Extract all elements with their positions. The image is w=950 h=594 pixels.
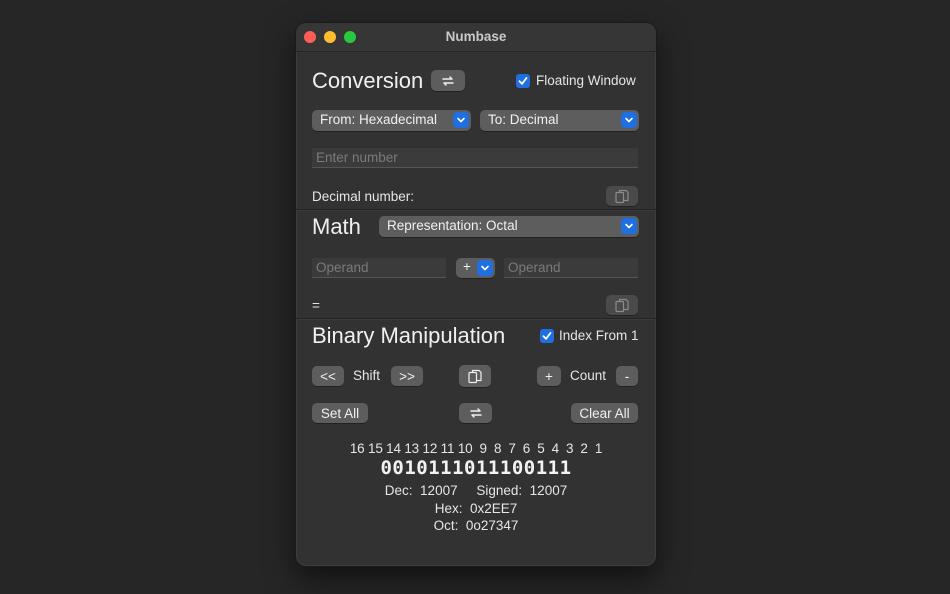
swap-conversion-button[interactable] bbox=[431, 70, 465, 91]
math-heading: Math bbox=[312, 214, 361, 239]
shift-left-button[interactable]: << bbox=[312, 366, 344, 386]
to-base-value: To: Decimal bbox=[488, 112, 559, 127]
operand-2-input[interactable]: Operand bbox=[504, 258, 638, 278]
hex-readout: Hex: 0x2EE7 bbox=[296, 501, 656, 516]
bit-toggle-row[interactable]: 0010111011100111 bbox=[296, 457, 656, 479]
conversion-heading: Conversion bbox=[312, 68, 424, 93]
representation-select[interactable]: Representation: Octal bbox=[379, 216, 639, 237]
count-label: Count bbox=[570, 368, 607, 383]
set-all-button[interactable]: Set All bbox=[312, 403, 368, 423]
hex-value: 0x2EE7 bbox=[469, 501, 518, 516]
count-decrease-button[interactable]: - bbox=[616, 366, 638, 386]
clear-all-button[interactable]: Clear All bbox=[571, 403, 638, 423]
shift-label: Shift bbox=[353, 368, 381, 383]
index-from-1-checkbox[interactable] bbox=[540, 329, 554, 343]
bit-index-row: 16 15 14 13 12 11 10 9 8 7 6 5 4 3 2 1 bbox=[349, 441, 603, 456]
oct-value: 0o27347 bbox=[465, 518, 519, 533]
copy-icon bbox=[615, 189, 629, 203]
copy-binary-button[interactable] bbox=[459, 365, 491, 387]
octal-readout: Oct: 0o27347 bbox=[296, 518, 656, 533]
swap-bits-button[interactable] bbox=[459, 403, 492, 423]
signed-label: Signed: bbox=[476, 483, 523, 498]
representation-value: Representation: Octal bbox=[387, 218, 518, 233]
copy-math-result-button[interactable] bbox=[606, 295, 638, 315]
dec-label: Dec: bbox=[384, 483, 413, 498]
from-base-value: From: Hexadecimal bbox=[320, 112, 438, 127]
oct-label: Oct: bbox=[433, 518, 459, 533]
to-base-select[interactable]: To: Decimal bbox=[480, 110, 639, 131]
dec-value: 12007 bbox=[420, 483, 458, 498]
count-increase-button[interactable]: + bbox=[537, 366, 561, 386]
decimal-readout: Dec: 12007 Signed: 12007 bbox=[296, 483, 656, 498]
math-result-label: = bbox=[312, 298, 320, 313]
from-base-select[interactable]: From: Hexadecimal bbox=[312, 110, 471, 131]
number-input[interactable]: Enter number bbox=[312, 148, 638, 168]
signed-value: 12007 bbox=[529, 483, 568, 498]
chevron-down-icon bbox=[477, 260, 493, 276]
floating-window-checkbox[interactable] bbox=[516, 74, 530, 88]
title-bar[interactable]: Numbase bbox=[296, 23, 656, 52]
chevron-down-icon bbox=[453, 112, 469, 128]
index-from-1-label: Index From 1 bbox=[559, 328, 639, 343]
swap-icon bbox=[442, 75, 454, 86]
decimal-result-label: Decimal number: bbox=[312, 189, 415, 204]
numbase-window: Numbase Conversion Floating Window From:… bbox=[295, 22, 657, 567]
copy-result-button[interactable] bbox=[606, 186, 638, 206]
chevron-down-icon bbox=[621, 218, 637, 234]
binary-heading: Binary Manipulation bbox=[312, 323, 506, 348]
checkmark-icon bbox=[542, 332, 552, 340]
hex-label: Hex: bbox=[434, 501, 463, 516]
section-divider bbox=[296, 318, 656, 320]
section-divider bbox=[296, 209, 656, 211]
floating-window-label: Floating Window bbox=[536, 73, 636, 88]
shift-right-button[interactable]: >> bbox=[391, 366, 423, 386]
copy-icon bbox=[468, 369, 482, 383]
operator-select[interactable]: + bbox=[456, 258, 495, 278]
swap-icon bbox=[469, 408, 482, 418]
chevron-down-icon bbox=[621, 112, 637, 128]
operand-1-input[interactable]: Operand bbox=[312, 258, 446, 278]
checkmark-icon bbox=[518, 77, 528, 85]
window-title: Numbase bbox=[445, 29, 507, 44]
copy-icon bbox=[615, 298, 629, 312]
operator-value: + bbox=[463, 259, 471, 274]
